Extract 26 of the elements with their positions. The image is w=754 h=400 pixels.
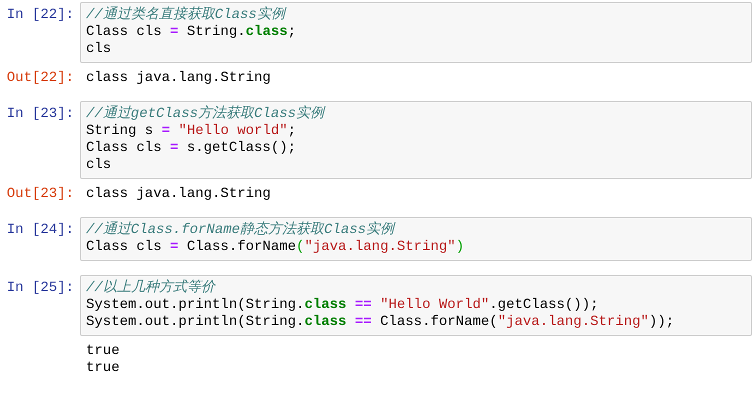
output-text: true — [86, 360, 120, 377]
output-text: true — [86, 343, 120, 360]
code-line: System.out.println(String.class == "Hello World".getClass()); — [86, 297, 600, 314]
code-line: //通过getClass方法获取Class实例 — [86, 106, 326, 123]
code-line: //通过Class.forName静态方法获取Class实例 — [86, 222, 396, 239]
input-prompt: In [23]: — [6, 105, 75, 123]
input-prompt: In [25]: — [6, 279, 75, 297]
code-line: Class cls = Class.forName("java.lang.String") — [86, 239, 466, 256]
input-prompt: In [22]: — [6, 6, 75, 24]
output-text: class java.lang.String — [86, 70, 271, 87]
code-line: String s = "Hello world"; — [86, 123, 298, 140]
code-line: Class cls = String.class; — [86, 24, 298, 41]
output-prompt: Out[23]: — [6, 186, 75, 203]
code-cell[interactable]: //通过类名直接获取Class实例 Class cls = String.class; cls — [80, 2, 752, 63]
code-line: cls — [86, 157, 112, 174]
code-line: cls — [86, 41, 112, 58]
output-text: class java.lang.String — [86, 186, 271, 203]
code-cell[interactable]: //通过getClass方法获取Class实例 String s = "Hello world"; Class cls = s.getClass(); cls — [80, 101, 752, 179]
code-line: System.out.println(String.class == Class.forName("java.lang.String")); — [86, 314, 676, 331]
code-line: //以上几种方式等价 — [86, 280, 217, 297]
output-prompt: Out[22]: — [6, 70, 75, 87]
code-cell[interactable]: //通过Class.forName静态方法获取Class实例 Class cls = Class.forName("java.lang.String") — [80, 217, 752, 261]
code-cell[interactable]: //以上几种方式等价 System.out.println(String.class == "Hello World".getClass()); System.out.println(String.class == Class.forName("java.lang.String")); — [80, 275, 752, 336]
code-line: //通过类名直接获取Class实例 — [86, 7, 288, 24]
code-line: Class cls = s.getClass(); — [86, 140, 298, 157]
input-prompt: In [24]: — [6, 221, 75, 239]
